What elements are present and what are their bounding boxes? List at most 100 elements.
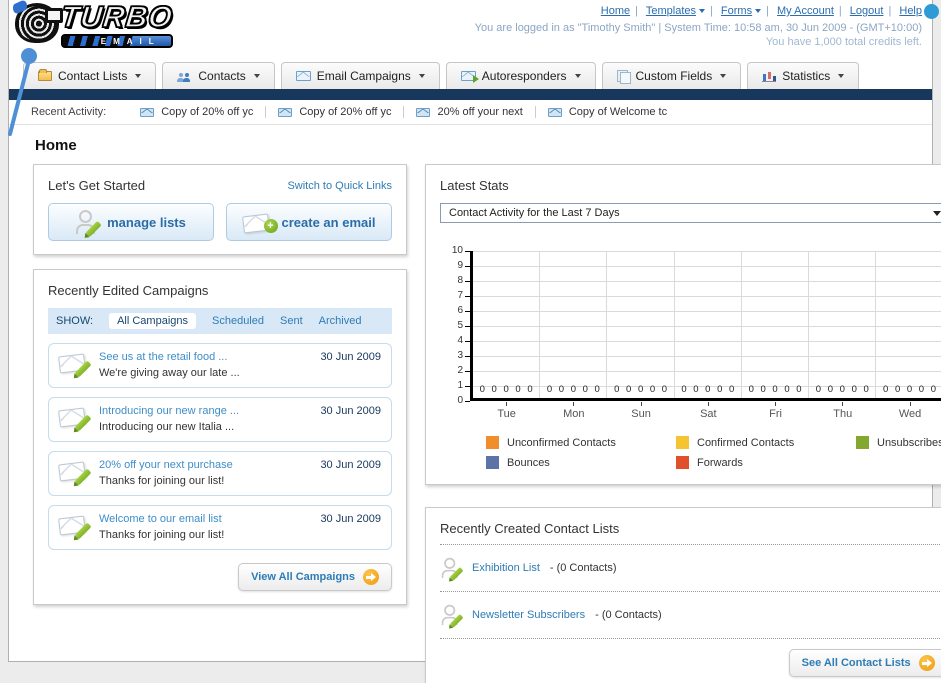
stats-report-dropdown[interactable]: Contact Activity for the Last 7 Days bbox=[440, 203, 941, 223]
contact-list-link[interactable]: Newsletter Subscribers bbox=[472, 609, 585, 621]
tab-autoresponders[interactable]: Autoresponders bbox=[445, 62, 596, 89]
nav-link-logout[interactable]: Logout bbox=[850, 5, 884, 17]
view-all-campaigns-button[interactable]: View All Campaigns bbox=[238, 563, 392, 591]
envelope-pencil-icon bbox=[58, 513, 92, 540]
get-started-panel: Let's Get Started Switch to Quick Links … bbox=[33, 164, 407, 255]
recent-contact-lists-title: Recently Created Contact Lists bbox=[440, 521, 620, 536]
campaign-subtitle: Thanks for joining our list! bbox=[99, 529, 225, 541]
legend-item: Confirmed Contacts bbox=[676, 436, 856, 449]
legend-swatch-icon bbox=[676, 456, 689, 469]
see-all-contact-lists-button[interactable]: See All Contact Lists bbox=[788, 649, 941, 677]
logo-email-bar: EMAIL bbox=[61, 34, 173, 48]
tab-custom-fields[interactable]: Custom Fields bbox=[601, 62, 742, 89]
tab-email-campaigns[interactable]: Email Campaigns bbox=[280, 62, 440, 89]
nav-link-help[interactable]: Help bbox=[899, 5, 922, 17]
nav-link-templates[interactable]: Templates bbox=[646, 5, 696, 17]
person-pencil-icon bbox=[76, 210, 102, 238]
contact-list-item[interactable]: Exhibition List - (0 Contacts) bbox=[440, 553, 941, 583]
y-axis-tick-label: 10 bbox=[451, 245, 463, 256]
tab-statistics[interactable]: Statistics bbox=[747, 62, 860, 89]
campaign-list-item[interactable]: See us at the retail food ... We're givi… bbox=[48, 343, 392, 388]
campaign-title-link[interactable]: Welcome to our email list bbox=[99, 513, 310, 525]
bar-value-label: 0 bbox=[558, 384, 565, 395]
campaign-date: 30 Jun 2009 bbox=[320, 351, 381, 363]
tab-label: Autoresponders bbox=[481, 69, 567, 83]
campaign-title-link[interactable]: See us at the retail food ... bbox=[99, 351, 310, 363]
show-label: SHOW: bbox=[56, 315, 94, 327]
recent-activity-item[interactable]: Copy of 20% off yc bbox=[266, 106, 405, 118]
campaign-title-link[interactable]: Introducing our new range ... bbox=[99, 405, 310, 417]
y-axis-tick-label: 9 bbox=[457, 260, 463, 271]
bar-value-label: 0 bbox=[705, 384, 711, 395]
campaign-title-link[interactable]: 20% off your next purchase bbox=[99, 459, 310, 471]
x-axis-label: Wed bbox=[876, 401, 941, 420]
chart-legend: Unconfirmed Contacts Confirmed Contacts Un… bbox=[486, 436, 941, 469]
chart-day-group: 00000 bbox=[876, 251, 941, 398]
campaign-date: 30 Jun 2009 bbox=[320, 513, 381, 525]
recent-activity-label: Recent Activity: bbox=[31, 106, 107, 118]
person-pencil-icon bbox=[441, 604, 464, 628]
legend-item: Forwards bbox=[676, 456, 856, 469]
nav-separator: | bbox=[710, 5, 713, 17]
dotted-divider bbox=[440, 544, 941, 545]
recent-activity-item[interactable]: 20% off your next bbox=[404, 106, 536, 118]
pages-icon bbox=[616, 70, 631, 84]
filter-all-campaigns[interactable]: All Campaigns bbox=[109, 313, 196, 329]
filter-archived[interactable]: Archived bbox=[319, 315, 362, 327]
bar-value-label: 0 bbox=[729, 384, 735, 395]
app-logo: TURBO EMAIL bbox=[15, 0, 240, 48]
nav-link-my-account[interactable]: My Account bbox=[777, 5, 834, 17]
create-email-button[interactable]: + create an email bbox=[226, 203, 392, 241]
logo-subtitle: EMAIL bbox=[100, 36, 161, 46]
manage-lists-label: manage lists bbox=[107, 214, 186, 230]
left-column: Let's Get Started Switch to Quick Links … bbox=[33, 164, 407, 605]
filter-scheduled[interactable]: Scheduled bbox=[212, 315, 264, 327]
manage-lists-button[interactable]: manage lists bbox=[48, 203, 214, 241]
y-axis-tick-label: 1 bbox=[457, 380, 463, 391]
contact-activity-chart: 10 9 8 7 6 5 4 3 2 1 0 000000000000000000000000000… bbox=[446, 245, 941, 469]
contact-list-link[interactable]: Exhibition List bbox=[472, 562, 540, 574]
recent-activity-bar: Recent Activity: Copy of 20% off yc Copy… bbox=[9, 100, 932, 125]
tab-contacts[interactable]: Contacts bbox=[162, 62, 275, 89]
campaign-list-item[interactable]: Welcome to our email list Thanks for joi… bbox=[48, 505, 392, 550]
chart-x-axis: Tue Mon Sun Sat Fri Thu Wed bbox=[473, 401, 941, 420]
bar-value-label: 0 bbox=[883, 384, 889, 395]
nav-link-home[interactable]: Home bbox=[601, 5, 630, 17]
switch-quick-links-link[interactable]: Switch to Quick Links bbox=[287, 180, 392, 192]
recent-activity-item[interactable]: Copy of Welcome tc bbox=[536, 106, 679, 118]
legend-swatch-icon bbox=[676, 436, 689, 449]
nav-link-forms[interactable]: Forms bbox=[721, 5, 752, 17]
envelope-plus-icon: + bbox=[241, 211, 278, 234]
contact-list-item[interactable]: Newsletter Subscribers - (0 Contacts) bbox=[440, 600, 941, 630]
x-axis-label: Thu bbox=[809, 401, 876, 420]
x-axis-label: Sun bbox=[607, 401, 674, 420]
campaign-list-item[interactable]: Introducing our new range ... Introducin… bbox=[48, 397, 392, 442]
tab-contact-lists[interactable]: Contact Lists bbox=[23, 62, 157, 89]
bar-value-label: 0 bbox=[717, 384, 723, 395]
recent-activity-item[interactable]: Copy of 20% off yc bbox=[128, 106, 267, 118]
legend-label: Unconfirmed Contacts bbox=[507, 436, 616, 449]
envelope-pencil-icon bbox=[58, 459, 92, 486]
filter-sent[interactable]: Sent bbox=[280, 315, 303, 327]
dotted-divider bbox=[440, 591, 941, 592]
recent-activity-item-label: 20% off your next bbox=[437, 106, 523, 118]
main-tab-bar: Contact Lists Contacts Email Campaigns A… bbox=[9, 62, 932, 89]
folder-icon bbox=[38, 69, 52, 81]
get-started-title: Let's Get Started bbox=[48, 178, 146, 193]
latest-stats-title: Latest Stats bbox=[440, 178, 509, 193]
stats-dropdown-value: Contact Activity for the Last 7 Days bbox=[449, 207, 620, 219]
recent-activity-item-label: Copy of 20% off yc bbox=[161, 106, 254, 118]
bar-value-label: 0 bbox=[815, 384, 822, 395]
bar-value-label: 0 bbox=[582, 384, 588, 395]
bar-value-label: 0 bbox=[851, 384, 857, 395]
recent-campaigns-panel: Recently Edited Campaigns SHOW: All Camp… bbox=[33, 269, 407, 605]
campaign-list-item[interactable]: 20% off your next purchase Thanks for jo… bbox=[48, 451, 392, 496]
bar-value-label: 0 bbox=[693, 384, 699, 395]
bar-value-label: 0 bbox=[570, 384, 576, 395]
main-content: Home Let's Get Started Switch to Quick L… bbox=[9, 125, 941, 683]
recent-contact-lists-panel: Recently Created Contact Lists Exhibitio… bbox=[425, 507, 941, 683]
app-window: TURBO EMAIL Home | Templates | Forms | My A… bbox=[8, 0, 941, 683]
x-axis-label: Sat bbox=[675, 401, 742, 420]
dotted-divider bbox=[440, 638, 941, 639]
recent-campaigns-title: Recently Edited Campaigns bbox=[48, 283, 209, 298]
